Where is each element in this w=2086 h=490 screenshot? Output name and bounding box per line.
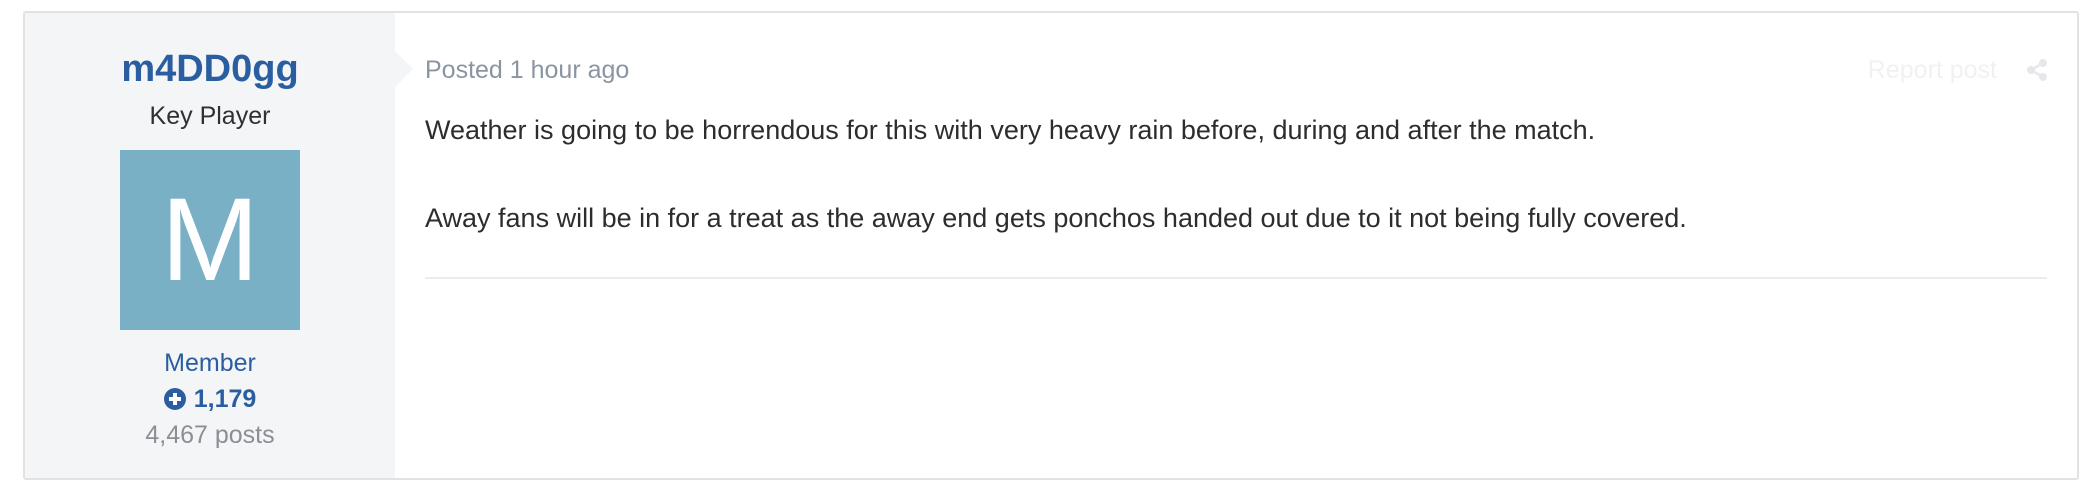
author-group: Member bbox=[164, 349, 256, 377]
reputation-count: 1,179 bbox=[193, 385, 257, 413]
reputation-badge[interactable]: 1,179 bbox=[25, 384, 395, 414]
author-username-link[interactable]: m4DD0gg bbox=[25, 47, 395, 91]
post-paragraph: Weather is going to be horrendous for th… bbox=[425, 115, 1596, 145]
forum-post: m4DD0gg Key Player M Member 1,179 4,467 … bbox=[23, 11, 2079, 480]
post-divider bbox=[425, 277, 2047, 279]
avatar-letter: M bbox=[160, 174, 260, 306]
avatar[interactable]: M bbox=[120, 150, 300, 330]
post-actions: Report post bbox=[1868, 55, 2049, 85]
author-panel: m4DD0gg Key Player M Member 1,179 4,467 … bbox=[25, 13, 413, 478]
post-body: Weather is going to be horrendous for th… bbox=[425, 113, 2047, 235]
share-icon[interactable] bbox=[2025, 58, 2049, 82]
author-post-count: 4,467 posts bbox=[145, 421, 275, 449]
plus-circle-icon bbox=[163, 388, 186, 410]
post-timestamp[interactable]: Posted 1 hour ago bbox=[425, 55, 2047, 85]
post-paragraph: Away fans will be in for a treat as the … bbox=[425, 203, 1687, 233]
post-content: Posted 1 hour ago Report post Weather is… bbox=[395, 13, 2077, 478]
report-post-link[interactable]: Report post bbox=[1868, 55, 1997, 85]
author-rank-title: Key Player bbox=[149, 102, 271, 130]
